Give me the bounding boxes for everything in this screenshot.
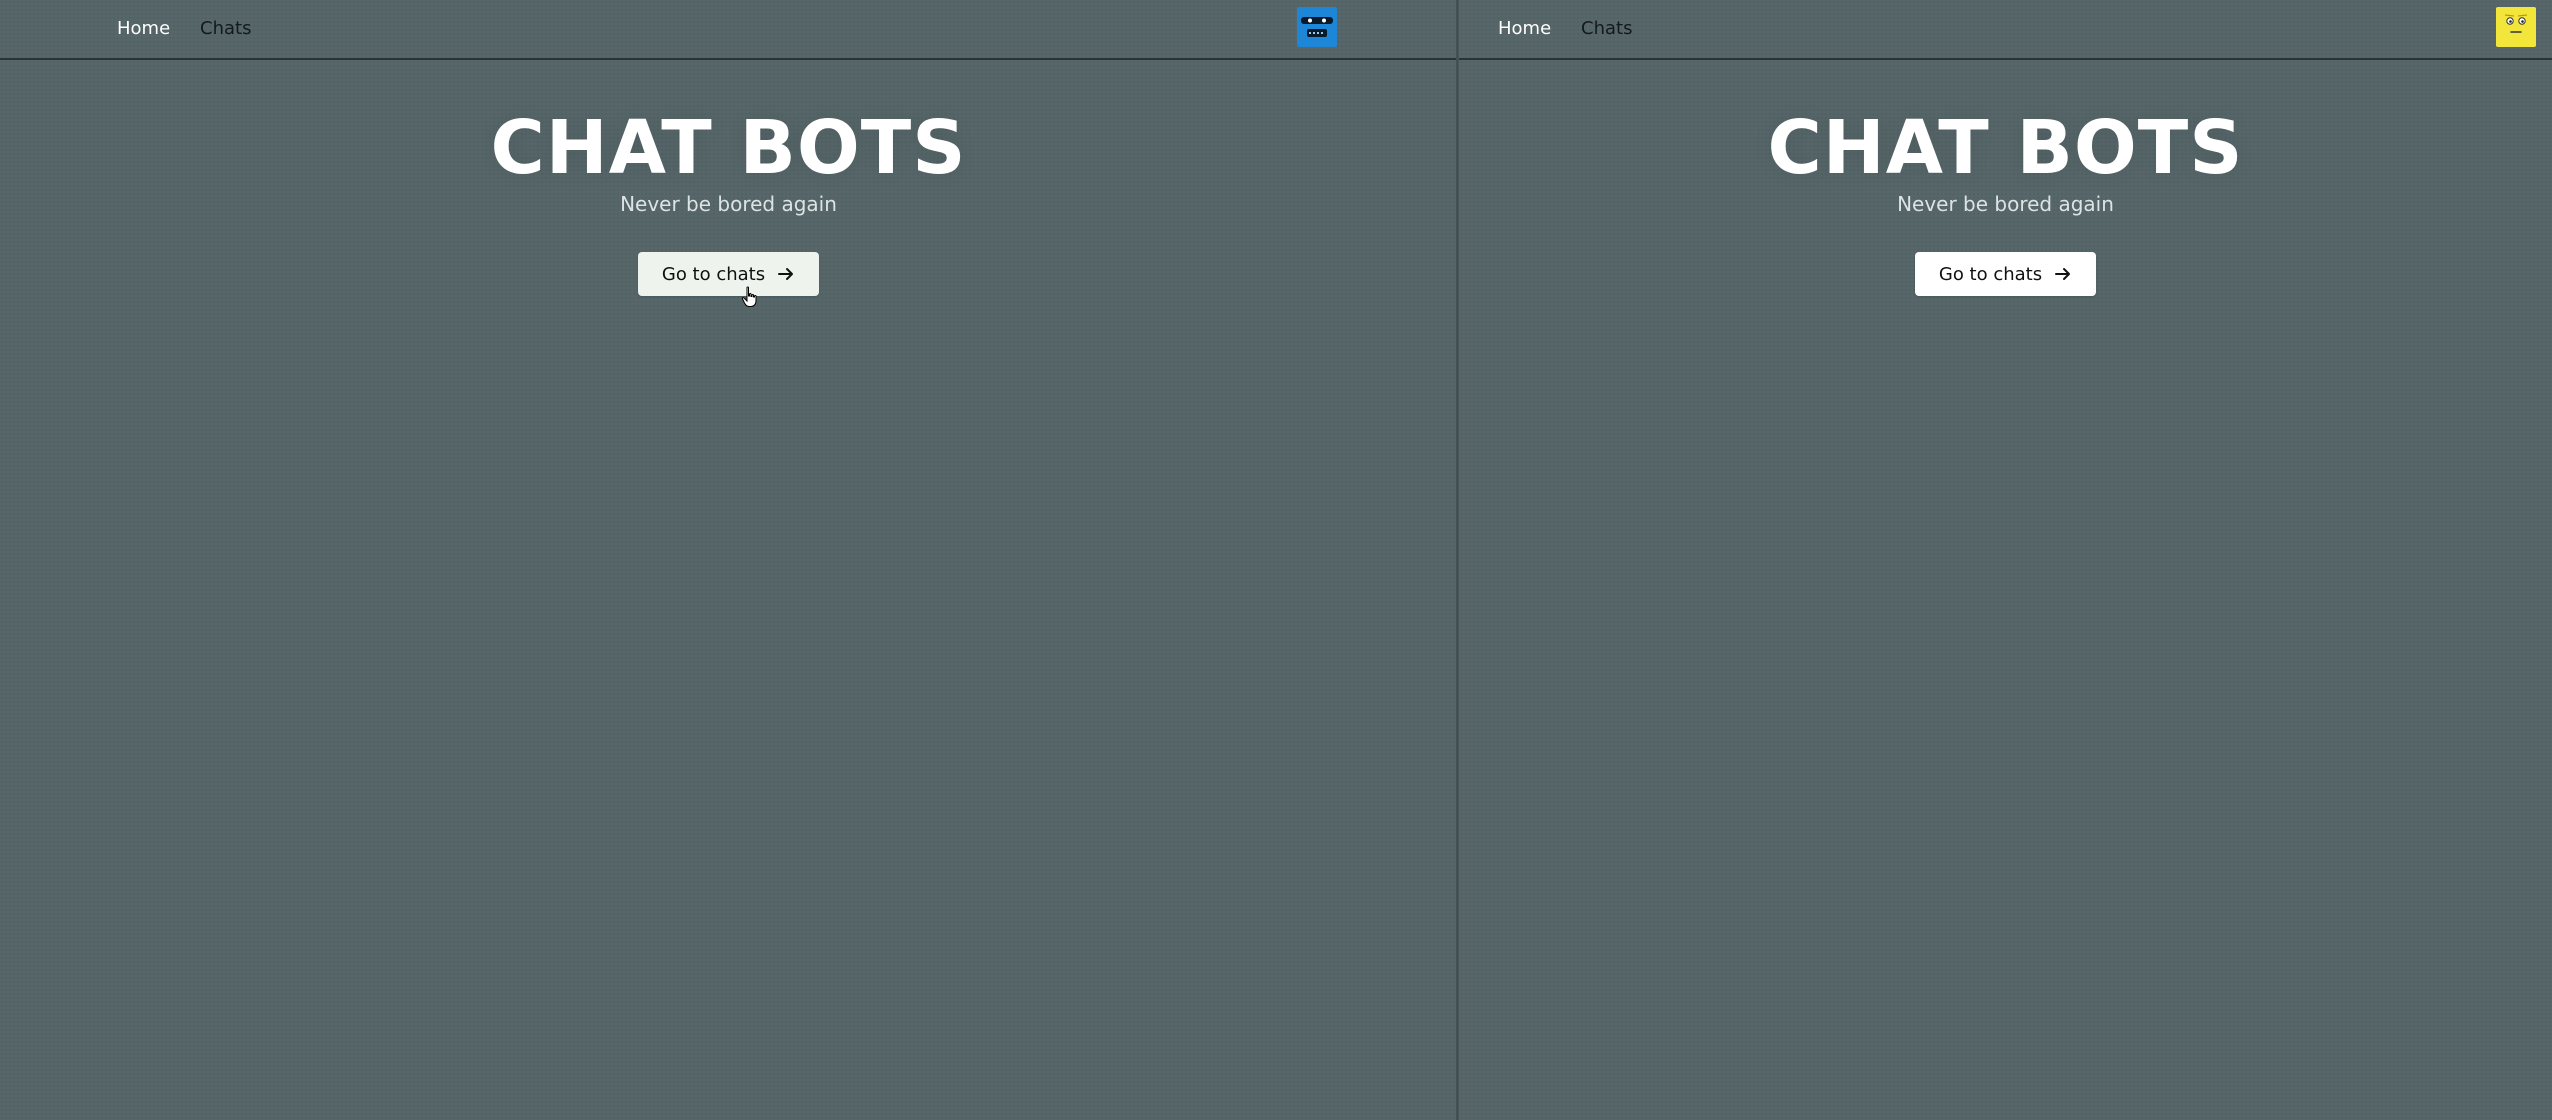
top-navbar: Home Chats (0, 0, 1457, 60)
smiley-avatar-graphic (2496, 7, 2536, 47)
top-navbar: Home Chats (1459, 0, 2552, 60)
right-browser-pane: Home Chats CHAT BOTS Never be bored agai… (1459, 0, 2552, 1120)
go-to-chats-label: Go to chats (661, 263, 766, 285)
split-screen-stage: Home Chats CHAT BOTS Never be bored agai (0, 0, 2552, 1120)
robot-avatar-graphic (1297, 7, 1337, 47)
nav-chats-link[interactable]: Chats (1581, 17, 1632, 41)
hero-section: CHAT BOTS Never be bored again Go to cha… (1459, 100, 2552, 296)
left-browser-pane: Home Chats CHAT BOTS Never be bored agai (0, 0, 1457, 1120)
nav-chats-link[interactable]: Chats (200, 17, 251, 41)
arrow-right-icon (778, 268, 794, 280)
go-to-chats-label: Go to chats (1938, 263, 2043, 285)
hero-subtitle: Never be bored again (1897, 192, 2114, 216)
hero-subtitle: Never be bored again (620, 192, 837, 216)
hero-section: CHAT BOTS Never be bored again Go to cha… (0, 100, 1457, 296)
go-to-chats-button[interactable]: Go to chats (637, 252, 820, 296)
go-to-chats-button[interactable]: Go to chats (1914, 252, 2097, 296)
smiley-avatar-icon[interactable] (2496, 7, 2536, 47)
robot-avatar-icon[interactable] (1297, 7, 1337, 47)
arrow-right-icon (2055, 268, 2071, 280)
nav-home-link[interactable]: Home (117, 17, 170, 41)
nav-home-link[interactable]: Home (1498, 17, 1551, 41)
hero-title: CHAT BOTS (1767, 105, 2244, 191)
hero-title: CHAT BOTS (490, 105, 967, 191)
